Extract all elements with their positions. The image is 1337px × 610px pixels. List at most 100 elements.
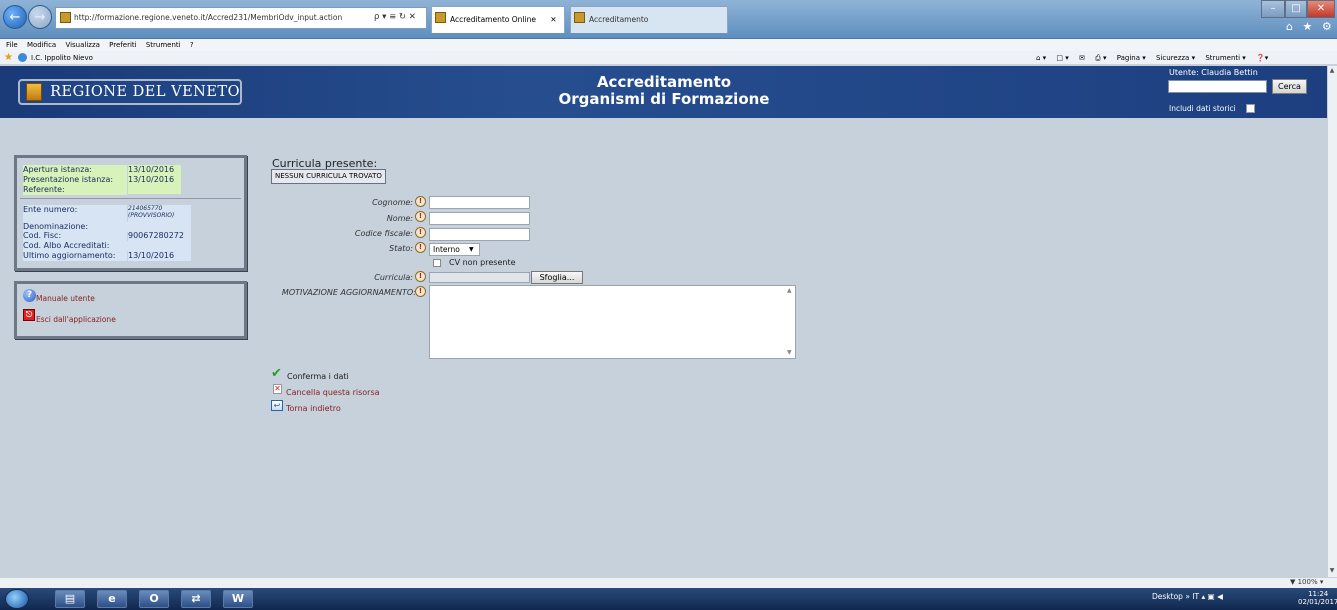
tab-favicon-icon	[574, 12, 585, 23]
home-icon[interactable]: ⌂ ▾	[1036, 54, 1046, 62]
ente-label: Ente numero:	[23, 205, 127, 223]
nome-label: Nome:	[386, 214, 413, 223]
referente-label: Referente:	[23, 185, 127, 195]
no-curricula-badge: NESSUN CURRICULA TROVATO	[271, 169, 386, 184]
codfisc-value: 90067280272	[128, 231, 191, 241]
info-icon[interactable]: !	[415, 242, 426, 253]
search-input[interactable]	[1168, 80, 1267, 93]
taskbar-sync-icon[interactable]: ⇄	[181, 590, 211, 608]
delete-icon[interactable]: ✕	[273, 384, 282, 394]
confirm-link[interactable]: Conferma i dati	[287, 372, 349, 381]
favorites-star-icon[interactable]: ★	[4, 52, 13, 63]
scroll-up-icon[interactable]: ▲	[1327, 66, 1337, 76]
tab-favicon-icon	[435, 12, 446, 23]
back-link[interactable]: Torna indietro	[286, 404, 341, 413]
curricula-file-input[interactable]	[429, 272, 530, 283]
veneto-lion-icon	[26, 83, 43, 101]
taskbar-explorer-icon[interactable]: ▤	[55, 590, 85, 608]
curricula-label: Curricula:	[374, 273, 413, 282]
codice-fiscale-label: Codice fiscale:	[354, 229, 413, 238]
checkmark-icon[interactable]: ✔	[271, 366, 282, 381]
command-sicurezza[interactable]: Sicurezza ▾	[1156, 54, 1195, 62]
vertical-scrollbar[interactable]	[1327, 66, 1337, 577]
motivazione-textarea[interactable]	[429, 285, 796, 359]
albo-label: Cod. Albo Accreditati:	[23, 241, 191, 251]
chevron-down-icon[interactable]: ▼	[469, 246, 474, 253]
maximize-button[interactable]: □	[1285, 0, 1307, 18]
info-icon[interactable]: !	[415, 286, 426, 297]
taskbar-ie-icon[interactable]: e	[97, 590, 127, 608]
ultimo-aggiornamento-value: 13/10/2016	[128, 251, 191, 261]
cognome-input[interactable]	[429, 196, 530, 209]
start-button-icon[interactable]	[5, 589, 29, 609]
mail-icon[interactable]: ✉	[1079, 54, 1085, 62]
system-tray[interactable]: Desktop » IT ▴ ▣ ◀	[1152, 592, 1223, 601]
ente-value: 214065770 (PROVVISORIO)	[128, 205, 191, 223]
tab-accreditamento[interactable]: Accreditamento	[570, 6, 728, 33]
info-icon[interactable]: !	[415, 211, 426, 222]
help-icon[interactable]: ?	[23, 289, 36, 302]
menu-visualizza[interactable]: Visualizza	[65, 41, 99, 49]
ie-page-icon	[18, 53, 27, 62]
tab-accreditamento-online[interactable]: Accreditamento Online ✕	[431, 6, 565, 33]
title-line-2: Organismi di Formazione	[558, 90, 770, 108]
address-controls[interactable]: ρ ▾ ≡ ↻ ✕	[374, 12, 416, 22]
nome-input[interactable]	[429, 212, 530, 225]
info-icon[interactable]: !	[415, 227, 426, 238]
menu-bar: File Modifica Visualizza Preferiti Strum…	[0, 39, 1337, 51]
favorite-link[interactable]: I.C. Ippolito Nievo	[31, 51, 93, 65]
cv-non-presente-label: CV non presente	[449, 258, 516, 267]
textarea-scroll-up-icon[interactable]: ▲	[787, 287, 792, 294]
taskbar-word-icon[interactable]: W	[223, 590, 253, 608]
zoom-control[interactable]: ▼ 100% ▾	[1290, 578, 1323, 586]
feeds-icon[interactable]: □ ▾	[1056, 54, 1068, 62]
forward-icon[interactable]: →	[28, 5, 52, 29]
menu-file[interactable]: File	[6, 41, 18, 49]
command-strumenti[interactable]: Strumenti ▾	[1205, 54, 1246, 62]
delete-link[interactable]: Cancella questa risorsa	[286, 388, 380, 397]
regione-veneto-logo: REGIONE DEL VENETO	[18, 79, 242, 105]
info-icon[interactable]: !	[415, 196, 426, 207]
clock[interactable]: 11:24 02/01/2017	[1298, 590, 1337, 606]
status-bar	[0, 577, 1337, 588]
clock-date: 02/01/2017	[1298, 598, 1337, 606]
address-bar[interactable]: http://formazione.regione.veneto.it/Accr…	[55, 7, 427, 29]
info-divider	[20, 198, 241, 199]
presentazione-value: 13/10/2016	[128, 175, 181, 185]
command-pagina[interactable]: Pagina ▾	[1117, 54, 1146, 62]
print-icon[interactable]: ⎙ ▾	[1095, 54, 1106, 62]
presentazione-label: Presentazione istanza:	[23, 175, 127, 185]
referente-value	[128, 185, 181, 194]
tab-close-icon[interactable]: ✕	[550, 15, 556, 24]
menu-modifica[interactable]: Modifica	[27, 41, 56, 49]
clock-time: 11:24	[1308, 590, 1329, 598]
codice-fiscale-input[interactable]	[429, 228, 530, 241]
history-checkbox[interactable]	[1246, 104, 1255, 113]
menu-preferiti[interactable]: Preferiti	[109, 41, 136, 49]
scroll-down-icon[interactable]: ▼	[1327, 566, 1337, 576]
minimize-button[interactable]: –	[1261, 0, 1285, 18]
cv-non-presente-checkbox[interactable]	[433, 259, 441, 267]
info-icon[interactable]: !	[415, 271, 426, 282]
textarea-scroll-down-icon[interactable]: ▼	[787, 349, 792, 356]
tab-label: Accreditamento Online	[450, 15, 536, 24]
cognome-label: Cognome:	[372, 198, 413, 207]
taskbar-outlook-icon[interactable]: O	[139, 590, 169, 608]
close-window-button[interactable]: ✕	[1307, 0, 1335, 18]
menu-strumenti[interactable]: Strumenti	[146, 41, 181, 49]
exit-icon[interactable]: ⎋	[23, 309, 35, 321]
exit-link[interactable]: Esci dall'applicazione	[36, 315, 116, 324]
search-button[interactable]: Cerca	[1272, 79, 1307, 94]
back-arrow-icon[interactable]: ↩	[271, 400, 283, 411]
motivazione-label: MOTIVAZIONE AGGIORNAMENTO:	[281, 288, 416, 297]
menu-help[interactable]: ?	[190, 41, 194, 49]
manual-link[interactable]: Manuale utente	[36, 294, 95, 303]
history-label: Includi dati storici	[1169, 104, 1236, 113]
browse-button[interactable]: Sfoglia...	[531, 271, 583, 284]
ultimo-aggiornamento-label: Ultimo aggiornamento:	[23, 251, 127, 261]
back-icon[interactable]: ←	[3, 5, 27, 29]
user-label: Utente: Claudia Bettin	[1169, 68, 1258, 77]
home-favorites-tools-icons[interactable]: ⌂ ★ ⚙	[1286, 20, 1335, 33]
help-menu-icon[interactable]: ❓▾	[1256, 54, 1268, 62]
links-box	[14, 281, 247, 339]
